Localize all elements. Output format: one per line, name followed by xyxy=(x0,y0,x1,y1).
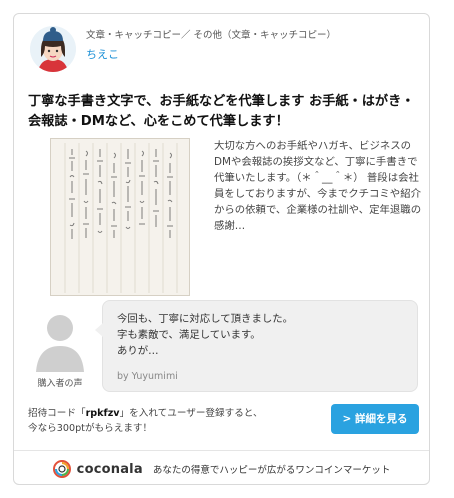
service-thumbnail[interactable] xyxy=(50,138,190,296)
handwriting-sample-image xyxy=(51,139,189,295)
seller-name-link[interactable]: ちえこ xyxy=(86,46,119,62)
invite-code: rpkfzv xyxy=(85,408,120,419)
invite-line2: 今なら300ptがもらえます！ xyxy=(28,423,153,434)
seller-avatar[interactable] xyxy=(30,26,76,72)
service-title[interactable]: 丁寧な手書き文字で、お手紙などを代筆します お手紙・はがき・会報誌・DMなど、心… xyxy=(28,92,420,132)
details-button[interactable]: > 詳細を見る xyxy=(331,404,419,434)
service-description: 大切な方へのお手紙やハガキ、ビジネスのDMや会報誌の挨拶文など、丁寧に手書きで代… xyxy=(214,140,422,232)
review-bubble: 今回も、丁寧に対応して頂きました。 字も素敵で、満足しています。 ありが… by… xyxy=(95,300,418,392)
invite-prefix: 招待コード「 xyxy=(28,408,86,419)
reviewer-label: 購入者の声 xyxy=(37,379,83,389)
brand-tagline: あなたの得意でハッピーが広がるワンコインマーケット xyxy=(152,465,391,476)
brand-name[interactable]: coconala xyxy=(77,462,143,477)
seller-avatar-illustration xyxy=(30,26,76,72)
review-text: 今回も、丁寧に対応して頂きました。 字も素敵で、満足しています。 ありが… xyxy=(117,313,294,357)
footer-divider xyxy=(14,450,429,451)
footer[interactable]: coconala あなたの得意でハッピーが広がるワンコインマーケット xyxy=(14,452,429,484)
category-breadcrumb[interactable]: 文章・キャッチコピー／ その他（文章・キャッチコピー） xyxy=(86,27,336,41)
invite-message: 招待コード「rpkfzv」を入れてユーザー登録すると、 今なら300ptがもらえ… xyxy=(28,406,318,436)
invite-suffix: 」を入れてユーザー登録すると、 xyxy=(119,408,263,419)
service-card[interactable]: 文章・キャッチコピー／ その他（文章・キャッチコピー） ちえこ 丁寧な手書き文字… xyxy=(13,13,430,485)
review-author: by Yuyumimi xyxy=(117,371,178,382)
coconala-logo-icon xyxy=(52,460,71,478)
reviewer-avatar-icon xyxy=(32,308,88,372)
